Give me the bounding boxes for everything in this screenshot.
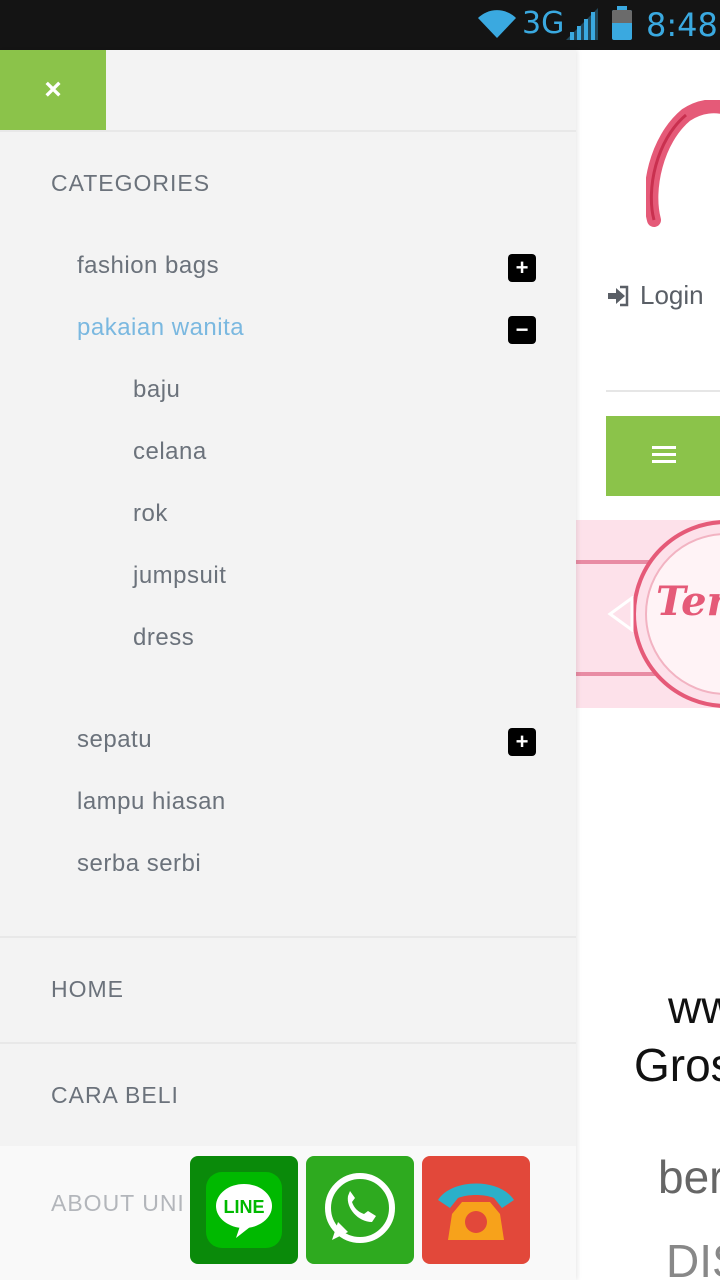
- category-sepatu[interactable]: sepatu: [77, 726, 152, 754]
- side-drawer: × CATEGORIES fashion bags + pakaian wani…: [0, 50, 576, 1280]
- site-body-line: ber: [658, 1151, 720, 1203]
- expand-icon[interactable]: +: [508, 254, 536, 282]
- menu-button[interactable]: [606, 416, 720, 496]
- line-icon: LINE: [206, 1172, 282, 1248]
- subcategory-dress[interactable]: dress: [133, 624, 194, 652]
- subcategory-celana[interactable]: celana: [133, 438, 207, 466]
- hamburger-icon: [652, 446, 676, 464]
- nav-cara-beli[interactable]: CARA BELI: [51, 1082, 179, 1109]
- sign-in-icon: [608, 285, 629, 306]
- subcategory-jumpsuit[interactable]: jumpsuit: [133, 562, 226, 590]
- expand-icon[interactable]: +: [508, 728, 536, 756]
- site-background: Login Ter ww Gros ber DIS: [576, 50, 720, 1280]
- site-heading-line: ww: [668, 981, 720, 1033]
- collapse-icon[interactable]: −: [508, 316, 536, 344]
- network-type: 3G: [522, 6, 565, 41]
- status-bar: 3G 8:48: [0, 0, 720, 50]
- banner-slider[interactable]: Ter: [576, 520, 720, 708]
- category-pakaian-wanita[interactable]: pakaian wanita: [77, 314, 244, 342]
- signal-icon: [566, 8, 598, 40]
- divider: [606, 390, 720, 392]
- site-heading-line: Gros: [634, 1039, 720, 1091]
- whatsapp-chat-button[interactable]: [306, 1156, 414, 1264]
- category-fashion-bags[interactable]: fashion bags: [77, 252, 219, 280]
- login-label: Login: [640, 280, 704, 310]
- nav-about[interactable]: ABOUT UNI: [51, 1190, 185, 1217]
- clock: 8:48: [646, 6, 718, 44]
- whatsapp-icon: [325, 1173, 395, 1243]
- category-lampu-hiasan[interactable]: lampu hiasan: [77, 788, 226, 816]
- line-label: LINE: [223, 1197, 264, 1217]
- categories-heading: CATEGORIES: [51, 170, 211, 196]
- close-icon: ×: [44, 73, 62, 106]
- subcategory-baju[interactable]: baju: [133, 376, 180, 404]
- close-button[interactable]: ×: [0, 50, 106, 130]
- divider: [0, 130, 576, 132]
- subcategory-rok[interactable]: rok: [133, 500, 168, 528]
- site-body-line: DIS: [666, 1235, 720, 1280]
- line-chat-button[interactable]: LINE: [190, 1156, 298, 1264]
- slider-prev-icon[interactable]: [606, 596, 636, 632]
- phone-call-button[interactable]: [422, 1156, 530, 1264]
- nav-home[interactable]: HOME: [51, 976, 124, 1003]
- login-link[interactable]: Login: [606, 280, 704, 311]
- divider: [0, 1042, 576, 1044]
- wifi-icon: [478, 10, 516, 39]
- banner-text: Ter: [656, 578, 720, 625]
- divider: [0, 936, 576, 938]
- battery-icon: [612, 6, 632, 40]
- category-serba-serbi[interactable]: serba serbi: [77, 850, 201, 878]
- phone-icon: [438, 1183, 514, 1240]
- logo: [646, 100, 720, 227]
